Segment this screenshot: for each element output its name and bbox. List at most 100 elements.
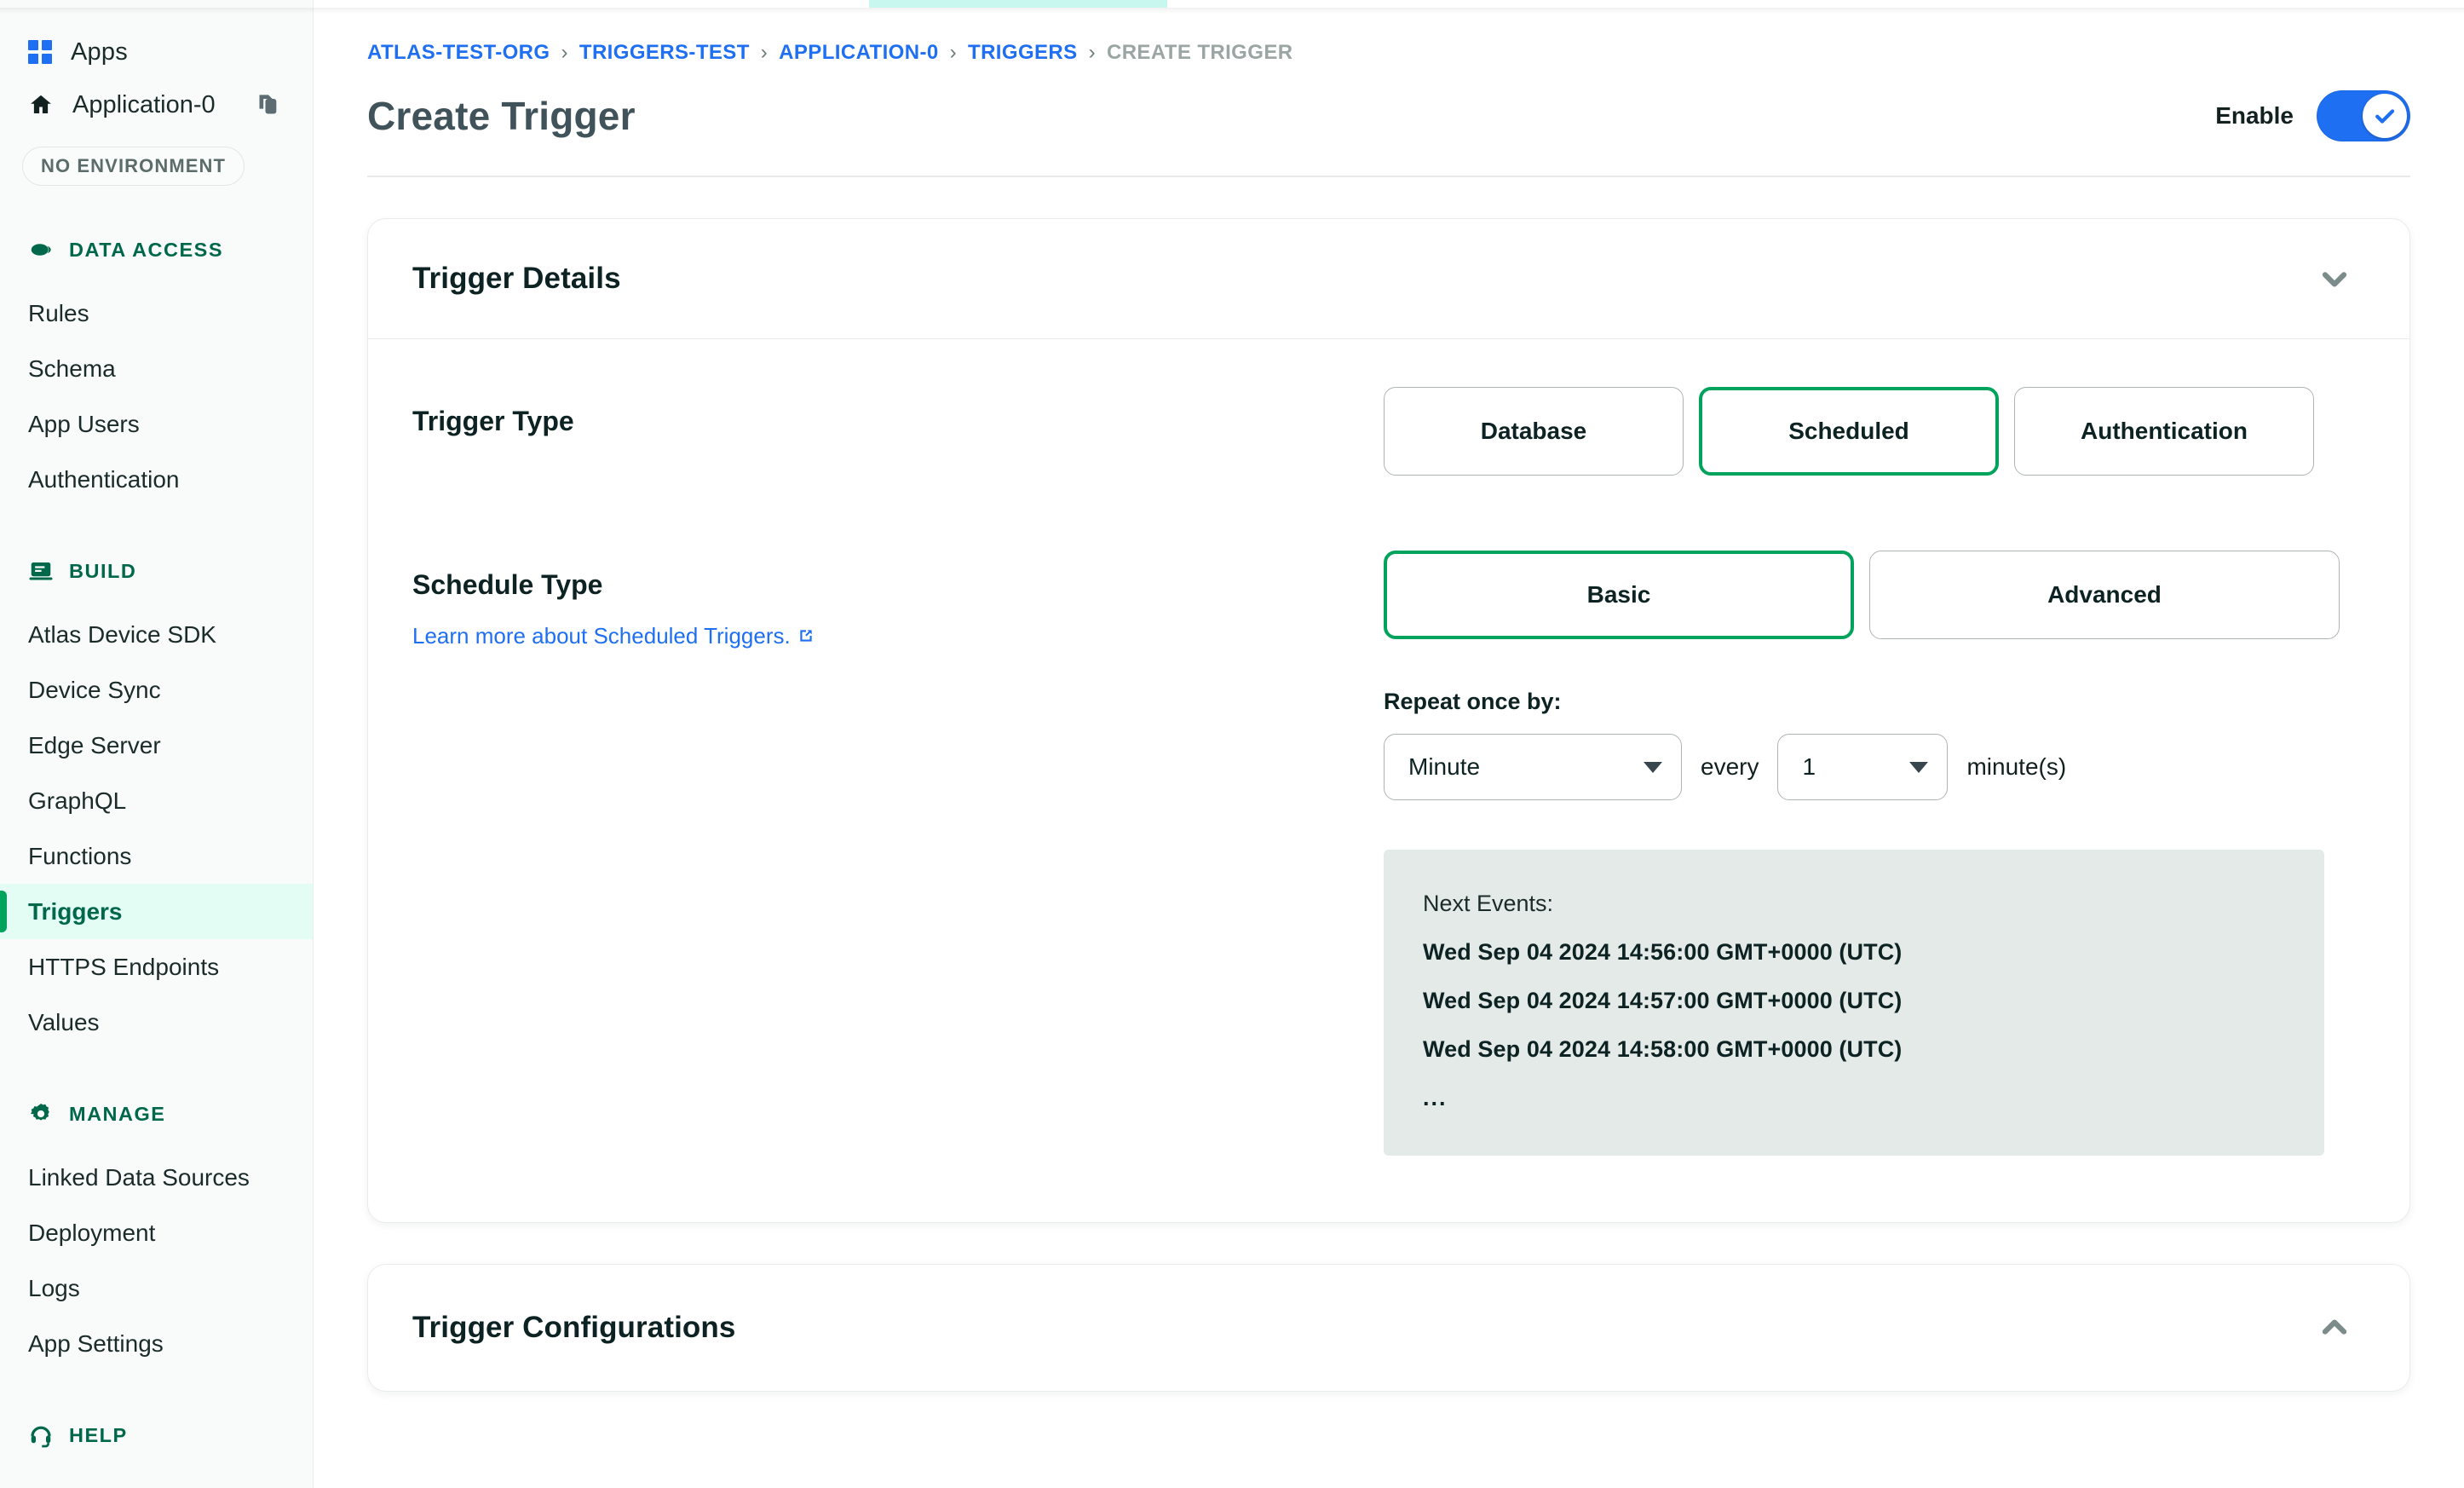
trigger-details-card: Trigger Details Trigger Type Database Sc…: [367, 218, 2410, 1223]
trigger-configurations-card-header[interactable]: Trigger Configurations: [368, 1265, 2409, 1391]
schedule-type-option-advanced[interactable]: Advanced: [1869, 551, 2340, 639]
schedule-type-label-col: Schedule Type Learn more about Scheduled…: [412, 551, 1384, 649]
caret-down-icon: [1909, 761, 1929, 773]
page-header: Create Trigger Enable: [314, 65, 2464, 141]
sidebar-section-build: BUILD: [0, 554, 313, 588]
sidebar-item-graphql[interactable]: GraphQL: [0, 773, 313, 828]
next-event-item: Wed Sep 04 2024 14:58:00 GMT+0000 (UTC): [1423, 1036, 1903, 1062]
minutes-suffix-word: minute(s): [1966, 753, 2067, 780]
repeat-schedule-block: Repeat once by: Minute every 1 minute(s): [1384, 689, 2340, 800]
chevron-up-icon[interactable]: [2316, 1309, 2353, 1347]
sidebar-item-rules[interactable]: Rules: [0, 285, 313, 341]
breadcrumb-separator: ›: [561, 41, 568, 64]
learn-more-label: Learn more about Scheduled Triggers.: [412, 623, 791, 649]
sidebar-item-schema[interactable]: Schema: [0, 341, 313, 396]
sidebar-app-row[interactable]: Application-0: [0, 78, 313, 131]
sidebar-item-atlas-device-sdk[interactable]: Atlas Device SDK: [0, 607, 313, 662]
schedule-type-option-basic[interactable]: Basic: [1384, 551, 1854, 639]
sidebar-item-deployment[interactable]: Deployment: [0, 1205, 313, 1260]
sidebar-section-data-access: DATA ACCESS: [0, 233, 313, 267]
breadcrumb-item-triggers[interactable]: TRIGGERS: [968, 41, 1078, 65]
trigger-configurations-title: Trigger Configurations: [412, 1311, 736, 1344]
sidebar-item-https-endpoints[interactable]: HTTPS Endpoints: [0, 939, 313, 995]
enable-toggle[interactable]: [2317, 90, 2410, 141]
breadcrumb-item-current: CREATE TRIGGER: [1106, 41, 1293, 64]
learn-more-scheduled-triggers-link[interactable]: Learn more about Scheduled Triggers.: [412, 623, 815, 649]
sidebar-item-values[interactable]: Values: [0, 995, 313, 1050]
sidebar-item-app-settings[interactable]: App Settings: [0, 1316, 313, 1371]
trigger-type-button-group: Database Scheduled Authentication: [1384, 387, 2314, 476]
sidebar-apps-label: Apps: [71, 37, 128, 66]
repeat-controls: Minute every 1 minute(s): [1384, 734, 2340, 800]
repeat-unit-select[interactable]: Minute: [1384, 734, 1682, 800]
check-icon: [2375, 109, 2395, 124]
sidebar-apps-link[interactable]: Apps: [0, 26, 313, 78]
trigger-details-title: Trigger Details: [412, 262, 621, 295]
sidebar-item-functions[interactable]: Functions: [0, 828, 313, 884]
breadcrumb-separator: ›: [760, 41, 769, 64]
sidebar-item-authentication[interactable]: Authentication: [0, 452, 313, 507]
sidebar-item-documentation[interactable]: Documentation: [0, 1471, 313, 1488]
sidebar-item-app-users[interactable]: App Users: [0, 396, 313, 452]
home-icon: [28, 92, 54, 118]
toggle-knob: [2363, 94, 2407, 138]
trigger-type-option-authentication[interactable]: Authentication: [2014, 387, 2314, 476]
trigger-type-option-database[interactable]: Database: [1384, 387, 1684, 476]
sidebar-item-triggers[interactable]: Triggers: [0, 884, 313, 939]
page-title: Create Trigger: [367, 94, 636, 138]
next-event-item: Wed Sep 04 2024 14:57:00 GMT+0000 (UTC): [1423, 988, 1903, 1013]
sidebar-item-device-sync[interactable]: Device Sync: [0, 662, 313, 718]
sidebar-section-label: MANAGE: [69, 1102, 166, 1125]
environment-badge: NO ENVIRONMENT: [22, 147, 245, 186]
next-event-item: Wed Sep 04 2024 14:56:00 GMT+0000 (UTC): [1423, 939, 1903, 965]
trigger-details-body: Trigger Type Database Scheduled Authenti…: [368, 339, 2409, 1222]
schedule-type-button-group: Basic Advanced: [1384, 551, 2340, 639]
breadcrumb-separator: ›: [949, 41, 958, 64]
header-divider: [367, 176, 2410, 177]
sidebar-item-logs[interactable]: Logs: [0, 1260, 313, 1316]
sidebar-section-help: HELP: [0, 1418, 313, 1452]
trigger-configurations-card: Trigger Configurations: [367, 1264, 2410, 1392]
trigger-type-label-col: Trigger Type: [412, 387, 1384, 437]
app-root: Apps Application-0 NO ENVIRONMENT DATA A…: [0, 0, 2464, 1488]
sidebar-section-manage: MANAGE: [0, 1097, 313, 1131]
schedule-type-label: Schedule Type: [412, 569, 603, 600]
cloud-icon: [28, 237, 54, 262]
trigger-type-option-scheduled[interactable]: Scheduled: [1699, 387, 1999, 476]
copy-app-icon[interactable]: [256, 93, 280, 117]
enable-control: Enable: [2215, 90, 2410, 141]
gear-icon: [28, 1101, 54, 1127]
sidebar-app-name: Application-0: [72, 90, 216, 118]
breadcrumb-item-org[interactable]: ATLAS-TEST-ORG: [367, 41, 550, 65]
schedule-type-controls: Basic Advanced Repeat once by: Minute ev…: [1384, 551, 2340, 1156]
breadcrumb-item-app[interactable]: APPLICATION-0: [779, 41, 938, 65]
every-word: every: [1701, 753, 1759, 780]
schedule-type-row: Schedule Type Learn more about Scheduled…: [412, 551, 2353, 1156]
repeat-once-by-label: Repeat once by:: [1384, 689, 1562, 714]
chevron-down-icon[interactable]: [2316, 260, 2353, 297]
headset-icon: [28, 1422, 54, 1448]
external-link-icon: [797, 624, 815, 642]
repeat-unit-value: Minute: [1408, 753, 1481, 780]
sidebar-item-edge-server[interactable]: Edge Server: [0, 718, 313, 773]
caret-down-icon: [1644, 761, 1662, 773]
sidebar: Apps Application-0 NO ENVIRONMENT DATA A…: [0, 0, 314, 1488]
header-shadow: [0, 8, 2464, 14]
sidebar-section-label: HELP: [69, 1423, 128, 1446]
trigger-details-card-header[interactable]: Trigger Details: [368, 219, 2409, 338]
trigger-type-row: Trigger Type Database Scheduled Authenti…: [412, 387, 2353, 489]
apps-grid-icon: [28, 40, 52, 64]
next-events-ellipsis: ...: [1423, 1085, 1448, 1110]
browser-tab-sliver: [869, 0, 1167, 8]
sidebar-item-linked-data-sources[interactable]: Linked Data Sources: [0, 1150, 313, 1205]
next-events-panel: Next Events: Wed Sep 04 2024 14:56:00 GM…: [1384, 850, 2324, 1156]
sidebar-section-label: DATA ACCESS: [69, 238, 223, 261]
trigger-type-label: Trigger Type: [412, 406, 574, 436]
enable-label: Enable: [2215, 102, 2294, 129]
sidebar-section-label: BUILD: [69, 559, 137, 582]
breadcrumb-item-project[interactable]: TRIGGERS-TEST: [579, 41, 750, 65]
repeat-interval-select[interactable]: 1: [1777, 734, 1949, 800]
main-content: ATLAS-TEST-ORG › TRIGGERS-TEST › APPLICA…: [314, 0, 2464, 1488]
breadcrumb-separator: ›: [1088, 41, 1096, 64]
next-events-title: Next Events:: [1423, 891, 1554, 916]
